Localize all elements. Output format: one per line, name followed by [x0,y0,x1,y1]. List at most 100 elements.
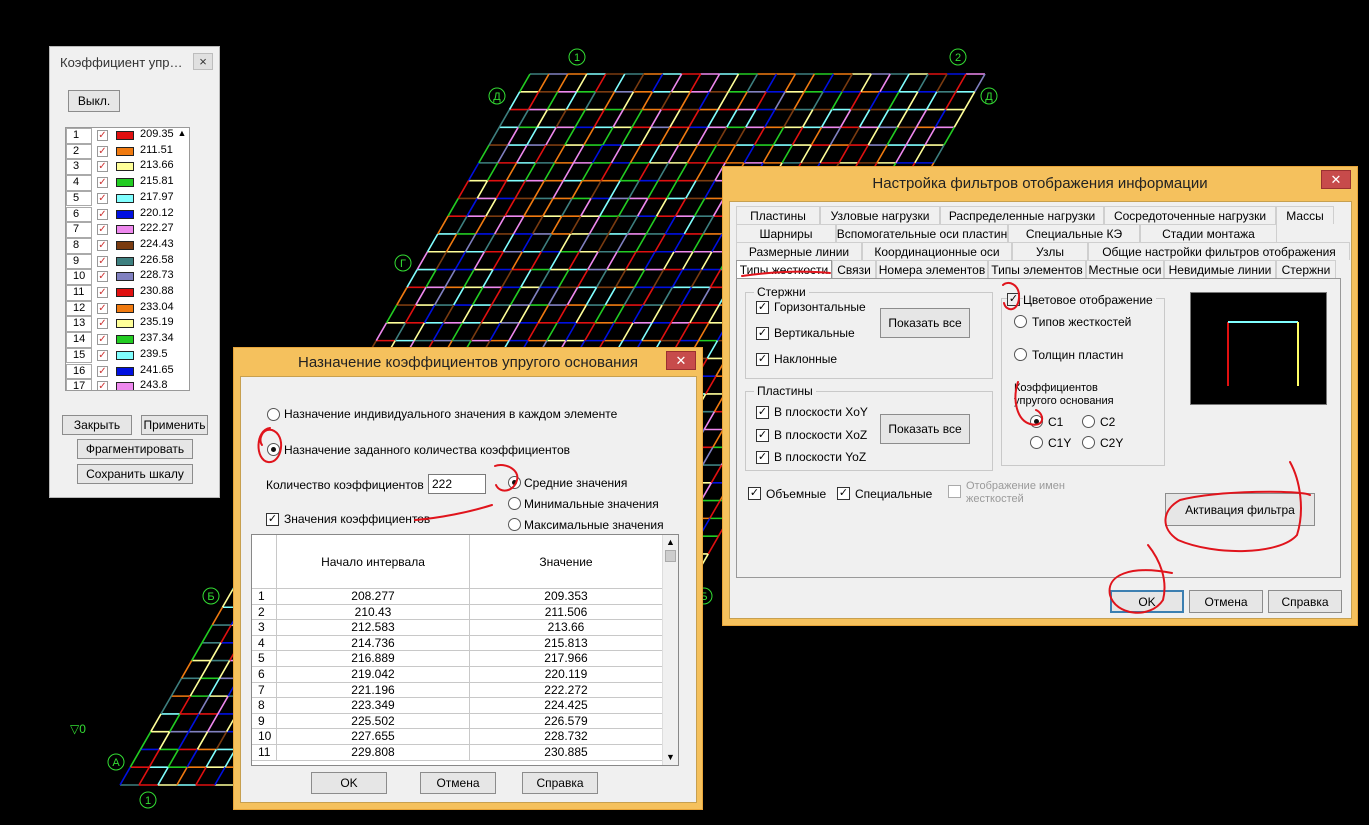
scale-row-color-swatch[interactable] [116,288,134,297]
coef-dialog-titlebar[interactable]: Назначение коэффициентов упругого основа… [234,348,702,376]
radio-individual[interactable] [267,408,280,421]
scale-row[interactable]: 1 ✓ 209.35 [66,128,189,144]
scale-row-color-swatch[interactable] [116,366,134,376]
coef-ok-button[interactable]: OK [311,772,387,794]
table-cell-value[interactable]: 220.119 [470,667,663,683]
scale-row-color-swatch[interactable] [116,382,134,390]
scale-row-checkbox[interactable]: ✓ [97,318,108,330]
plates-xoz-checkbox[interactable]: ✓ [756,429,769,442]
scale-row[interactable]: 10 ✓ 228.73 [66,269,189,285]
fragment-button[interactable]: Фрагментировать [77,439,193,459]
rods-horizontal-checkbox[interactable]: ✓ [756,301,769,314]
activate-filter-button[interactable]: Активация фильтра [1165,493,1315,526]
table-row[interactable]: 9 225.502 226.579 [252,713,663,730]
filter-ok-button[interactable]: OK [1110,590,1184,613]
scale-row-checkbox[interactable]: ✓ [97,255,108,267]
table-row[interactable]: 1 208.277 209.353 [252,589,663,605]
radio-c1[interactable] [1030,415,1043,428]
tab-row4-3[interactable]: Типы элементов [988,260,1086,278]
table-row[interactable]: 11 229.808 230.885 [252,745,663,761]
scale-row-color-swatch[interactable] [116,146,134,156]
tab-row2-1[interactable]: Вспомогательные оси пластин [836,224,1008,242]
tab-row4-2[interactable]: Номера элементов [876,260,988,278]
scale-row[interactable]: 11 ✓ 230.88 [66,285,189,301]
scale-row[interactable]: 7 ✓ 222.27 [66,222,189,238]
scale-row[interactable]: 2 ✓ 211.51 [66,143,189,160]
tab-row3-2[interactable]: Узлы [1012,242,1088,260]
tab-row2-3[interactable]: Стадии монтажа [1140,224,1277,242]
table-cell-value[interactable]: 230.885 [470,745,663,761]
radio-plate-thickness[interactable] [1014,348,1027,361]
scale-row-checkbox[interactable]: ✓ [97,334,108,346]
table-cell-start[interactable]: 221.196 [277,682,470,699]
plates-xoy-checkbox[interactable]: ✓ [756,406,769,419]
off-button[interactable]: Выкл. [68,90,120,112]
volumetric-checkbox[interactable]: ✓ [748,487,761,500]
rods-show-all-button[interactable]: Показать все [880,308,970,338]
table-cell-value[interactable]: 211.506 [470,604,663,621]
scale-row[interactable]: 9 ✓ 226.58 [66,253,189,270]
scale-list[interactable]: 1 ✓ 209.35 2 ✓ 211.51 3 ✓ 213.66 4 ✓ 215.81 5 ✓ 217.97… [65,127,190,391]
table-cell-value[interactable]: 226.579 [470,713,663,730]
table-cell-start[interactable]: 229.808 [277,745,470,761]
tab-row4-5[interactable]: Невидимые линии [1164,260,1276,278]
scale-row-color-swatch[interactable] [116,303,134,313]
scale-row[interactable]: 3 ✓ 213.66 [66,159,189,176]
table-row[interactable]: 10 227.655 228.732 [252,729,663,745]
scale-row-checkbox[interactable]: ✓ [97,349,108,361]
table-cell-start[interactable]: 210.43 [277,604,470,621]
scale-row-color-swatch[interactable] [116,350,134,360]
table-cell-start[interactable]: 219.042 [277,667,470,683]
table-cell-value[interactable]: 217.966 [470,651,663,667]
table-row[interactable]: 3 212.583 213.66 [252,620,663,636]
filter-dialog-titlebar[interactable]: Настройка фильтров отображения информаци… [723,167,1357,195]
table-cell-start[interactable]: 208.277 [277,589,470,605]
scale-row-color-swatch[interactable] [116,256,134,266]
scale-row-color-swatch[interactable] [116,193,134,203]
tab-row1-3[interactable]: Сосредоточенные нагрузки [1104,206,1276,224]
table-cell-value[interactable]: 215.813 [470,635,663,652]
scale-row[interactable]: 14 ✓ 237.34 [66,332,189,348]
tab-row4-1[interactable]: Связи [832,260,876,278]
table-header-value[interactable]: Значение [470,535,663,589]
count-input[interactable]: 222 [428,474,486,494]
show-names-checkbox[interactable] [948,485,961,498]
tab-row1-2[interactable]: Распределенные нагрузки [940,206,1104,224]
close-button[interactable]: Закрыть [62,415,132,435]
scale-row[interactable]: 6 ✓ 220.12 [66,206,189,223]
tab-row1-0[interactable]: Пластины [736,206,820,224]
table-scrollbar[interactable]: ▲ ▼ [662,535,678,765]
table-cell-start[interactable]: 214.736 [277,635,470,652]
scale-row-color-swatch[interactable] [116,272,134,282]
scale-row-color-swatch[interactable] [116,335,134,345]
radio-count[interactable] [267,443,280,456]
scale-row-checkbox[interactable]: ✓ [97,239,108,251]
scale-row[interactable]: 15 ✓ 239.5 [66,347,189,364]
tab-row2-2[interactable]: Специальные КЭ [1008,224,1140,242]
tab-row4-4[interactable]: Местные оси [1086,260,1164,278]
apply-button[interactable]: Применить [141,415,208,435]
radio-c2y[interactable] [1082,436,1095,449]
coef-cancel-button[interactable]: Отмена [420,772,496,794]
values-checkbox[interactable]: ✓ [266,513,279,526]
scale-row[interactable]: 16 ✓ 241.65 [66,363,189,380]
plates-yoz-checkbox[interactable]: ✓ [756,451,769,464]
table-cell-value[interactable]: 224.425 [470,698,663,714]
table-row[interactable]: 7 221.196 222.272 [252,682,663,699]
table-row[interactable]: 8 223.349 224.425 [252,698,663,714]
scale-row-color-swatch[interactable] [116,131,134,140]
tab-row2-0[interactable]: Шарниры [736,224,836,242]
scale-row-checkbox[interactable]: ✓ [97,365,108,377]
scale-row-color-swatch[interactable] [116,225,134,235]
scale-row-color-swatch[interactable] [116,319,134,329]
scale-row-color-swatch[interactable] [116,178,134,188]
scale-row[interactable]: 8 ✓ 224.43 [66,237,189,254]
scale-row[interactable]: 5 ✓ 217.97 [66,190,189,207]
filter-help-button[interactable]: Справка [1268,590,1342,613]
scale-row-color-swatch[interactable] [116,240,134,250]
special-checkbox[interactable]: ✓ [837,487,850,500]
scale-row-color-swatch[interactable] [116,209,134,219]
tab-row1-1[interactable]: Узловые нагрузки [820,206,940,224]
rods-vertical-checkbox[interactable]: ✓ [756,327,769,340]
table-cell-start[interactable]: 216.889 [277,651,470,667]
